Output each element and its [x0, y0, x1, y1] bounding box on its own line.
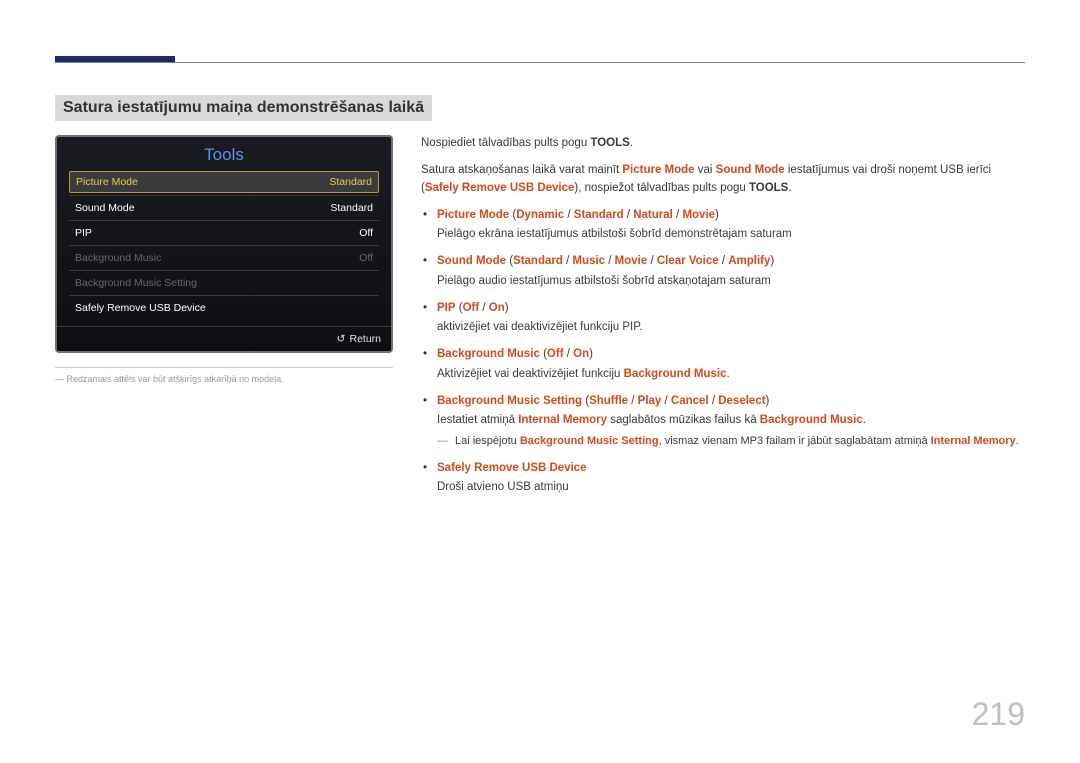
panel-row-label: Picture Mode: [76, 176, 138, 188]
panel-row-value: Off: [359, 227, 373, 239]
panel-title: Tools: [57, 137, 391, 171]
panel-row-label: Background Music: [75, 252, 161, 264]
panel-row-label: PIP: [75, 227, 92, 239]
section-heading: Satura iestatījumu maiņa demonstrēšanas …: [55, 95, 432, 121]
panel-row-label: Sound Mode: [75, 202, 135, 214]
page-number: 219: [972, 696, 1025, 733]
tools-panel: Tools Picture Mode Standard Sound Mode Stan…: [55, 135, 393, 353]
return-label: Return: [349, 333, 381, 345]
intro-1: Nospiediet tālvadības pults pogu TOOLS.: [421, 135, 1025, 152]
panel-row-label: Safely Remove USB Device: [75, 302, 206, 314]
intro-2: Satura atskaņošanas laikā varat mainīt P…: [421, 162, 1025, 197]
panel-row[interactable]: Safely Remove USB Device: [69, 298, 379, 318]
bullet-item: Background Music (Off / On)Aktivizējiet …: [421, 346, 1025, 383]
panel-footer: Return: [57, 326, 391, 351]
panel-row[interactable]: Background Music Setting: [69, 273, 379, 293]
panel-row-value: Standard: [329, 176, 372, 188]
panel-row-label: Background Music Setting: [75, 277, 197, 289]
return-icon: [337, 333, 350, 345]
bullet-item: Sound Mode (Standard / Music / Movie / C…: [421, 253, 1025, 290]
bullet-item: Safely Remove USB DeviceDroši atvieno US…: [421, 460, 1025, 497]
bullet-item: Background Music Setting (Shuffle / Play…: [421, 393, 1025, 450]
panel-row[interactable]: Background Music Off: [69, 248, 379, 268]
panel-row[interactable]: PIP Off: [69, 223, 379, 243]
left-note: ― Redzamais attēls var būt atšķirīgs atk…: [55, 367, 393, 384]
bullet-item: PIP (Off / On)aktivizējiet vai deaktiviz…: [421, 300, 1025, 337]
bullet-item: Picture Mode (Dynamic / Standard / Natur…: [421, 207, 1025, 244]
panel-row-value: Standard: [330, 202, 373, 214]
panel-row[interactable]: Picture Mode Standard: [69, 171, 379, 193]
panel-row-value: Off: [359, 252, 373, 264]
panel-row[interactable]: Sound Mode Standard: [69, 198, 379, 218]
